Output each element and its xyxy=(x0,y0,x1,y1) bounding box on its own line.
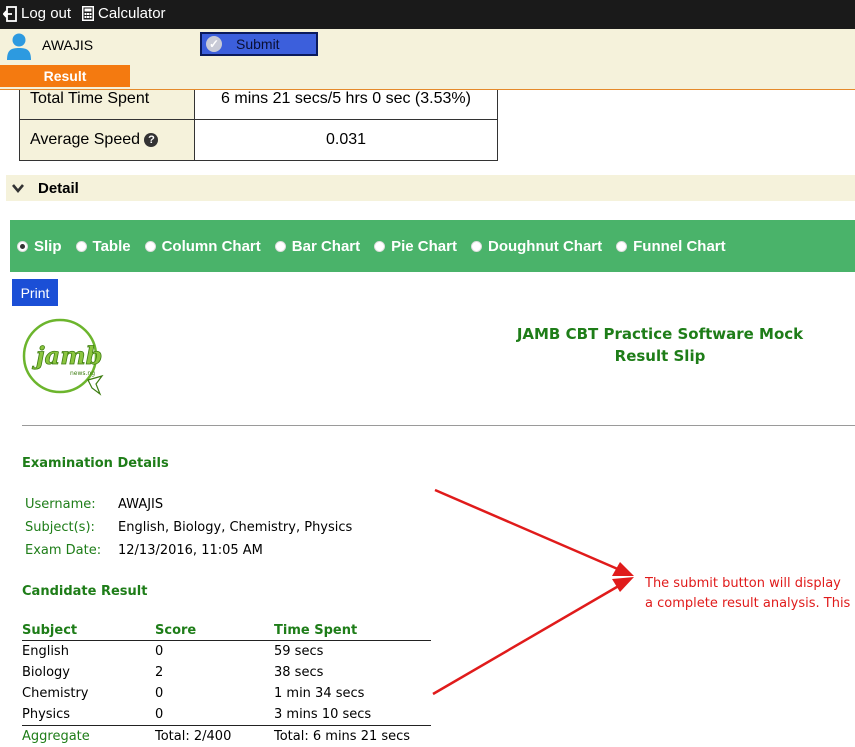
radio-button[interactable] xyxy=(76,241,87,252)
aggregate-label: Aggregate xyxy=(22,726,155,747)
column-header: Subject xyxy=(22,620,155,641)
subject-cell: Physics xyxy=(22,704,155,726)
option-funnel-chart[interactable]: Funnel Chart xyxy=(616,238,726,255)
candidate-result-title: Candidate Result xyxy=(22,584,147,599)
candidate-result-table: Subject Score Time Spent English 0 59 se… xyxy=(22,620,431,747)
summary-row: Average Speed ? 0.031 xyxy=(20,120,498,161)
annotation-arrow-lower xyxy=(433,584,622,694)
radio-button[interactable] xyxy=(616,241,627,252)
submit-label: Submit xyxy=(236,36,280,52)
check-icon: ✓ xyxy=(206,36,222,52)
aggregate-time: Total: 6 mins 21 secs xyxy=(274,726,431,747)
column-header: Time Spent xyxy=(274,620,431,641)
table-row: Chemistry 0 1 min 34 secs xyxy=(22,683,431,704)
radio-button[interactable] xyxy=(145,241,156,252)
option-doughnut-chart[interactable]: Doughnut Chart xyxy=(471,238,602,255)
radio-button[interactable] xyxy=(374,241,385,252)
table-row: Physics 0 3 mins 10 secs xyxy=(22,704,431,726)
option-label: Funnel Chart xyxy=(633,238,726,255)
table-row: Biology 2 38 secs xyxy=(22,662,431,683)
detail-toggle[interactable]: Detail xyxy=(6,175,855,201)
option-label: Pie Chart xyxy=(391,238,457,255)
option-bar-chart[interactable]: Bar Chart xyxy=(275,238,360,255)
detail-value: AWAJIS xyxy=(118,497,163,512)
slip-title-line2: Result Slip xyxy=(480,345,840,367)
option-pie-chart[interactable]: Pie Chart xyxy=(374,238,457,255)
logout-label: Log out xyxy=(21,5,71,22)
option-slip[interactable]: Slip xyxy=(17,238,62,255)
annotation-text: The submit button will display a complet… xyxy=(645,574,855,614)
radio-button[interactable] xyxy=(471,241,482,252)
subject-cell: English xyxy=(22,641,155,663)
subject-cell: Chemistry xyxy=(22,683,155,704)
aggregate-score: Total: 2/400 xyxy=(155,726,274,747)
detail-label: Subject(s): xyxy=(25,520,95,535)
top-toolbar: Log out Calculator xyxy=(0,0,855,29)
detail-value: 12/13/2016, 11:05 AM xyxy=(118,543,263,558)
logo-subtext: news.ng xyxy=(70,370,95,377)
annotation-line: The submit button will display xyxy=(645,574,855,594)
calculator-icon xyxy=(82,6,94,21)
summary-label: Average Speed xyxy=(30,131,140,148)
summary-value: 0.031 xyxy=(195,120,498,161)
option-label: Doughnut Chart xyxy=(488,238,602,255)
table-header-row: Subject Score Time Spent xyxy=(22,620,431,641)
arrowhead-upper xyxy=(612,562,634,576)
user-bar: AWAJIS ✓ Submit xyxy=(0,29,855,65)
time-cell: 38 secs xyxy=(274,662,431,683)
subject-cell: Biology xyxy=(22,662,155,683)
aggregate-row: Aggregate Total: 2/400 Total: 6 mins 21 … xyxy=(22,726,431,747)
tab-strip: Result xyxy=(0,65,855,90)
print-button[interactable]: Print xyxy=(12,279,58,306)
arrowhead-lower xyxy=(612,577,634,592)
option-label: Table xyxy=(93,238,131,255)
tab-result[interactable]: Result xyxy=(0,65,130,87)
calculator-label: Calculator xyxy=(98,5,166,22)
column-header: Score xyxy=(155,620,274,641)
option-column-chart[interactable]: Column Chart xyxy=(145,238,261,255)
option-table[interactable]: Table xyxy=(76,238,131,255)
detail-label: Detail xyxy=(38,180,79,197)
logout-link[interactable]: Log out xyxy=(3,5,71,22)
slip-title: JAMB CBT Practice Software Mock Result S… xyxy=(480,323,840,367)
time-cell: 3 mins 10 secs xyxy=(274,704,431,726)
score-cell: 0 xyxy=(155,704,274,726)
detail-label: Username: xyxy=(25,497,96,512)
detail-label: Exam Date: xyxy=(25,543,101,558)
jamb-logo: jamb news.ng xyxy=(20,318,106,404)
table-row: English 0 59 secs xyxy=(22,641,431,663)
annotation-line: a complete result analysis. This xyxy=(645,594,855,614)
summary-label-cell: Average Speed ? xyxy=(20,120,195,161)
time-cell: 59 secs xyxy=(274,641,431,663)
score-cell: 2 xyxy=(155,662,274,683)
detail-value: English, Biology, Chemistry, Physics xyxy=(118,520,352,535)
username: AWAJIS xyxy=(42,37,93,53)
exam-details-title: Examination Details xyxy=(22,456,169,471)
help-icon[interactable]: ? xyxy=(144,133,158,147)
radio-button[interactable] xyxy=(275,241,286,252)
option-label: Column Chart xyxy=(162,238,261,255)
submit-button[interactable]: ✓ Submit xyxy=(200,32,318,56)
time-cell: 1 min 34 secs xyxy=(274,683,431,704)
logo-text: jamb xyxy=(32,341,102,370)
user-avatar-icon xyxy=(6,32,32,60)
view-options-bar: Slip Table Column Chart Bar Chart Pie Ch… xyxy=(10,220,855,272)
option-label: Slip xyxy=(34,238,62,255)
logout-icon xyxy=(3,6,17,22)
score-cell: 0 xyxy=(155,683,274,704)
summary-table: Total Time Spent 6 mins 21 secs/5 hrs 0 … xyxy=(19,78,498,161)
chevron-down-icon xyxy=(12,182,24,194)
radio-button[interactable] xyxy=(17,241,28,252)
annotation-arrow-upper xyxy=(435,490,620,570)
calculator-link[interactable]: Calculator xyxy=(82,5,166,22)
divider xyxy=(22,425,855,426)
slip-title-line1: JAMB CBT Practice Software Mock xyxy=(480,323,840,345)
option-label: Bar Chart xyxy=(292,238,360,255)
score-cell: 0 xyxy=(155,641,274,663)
